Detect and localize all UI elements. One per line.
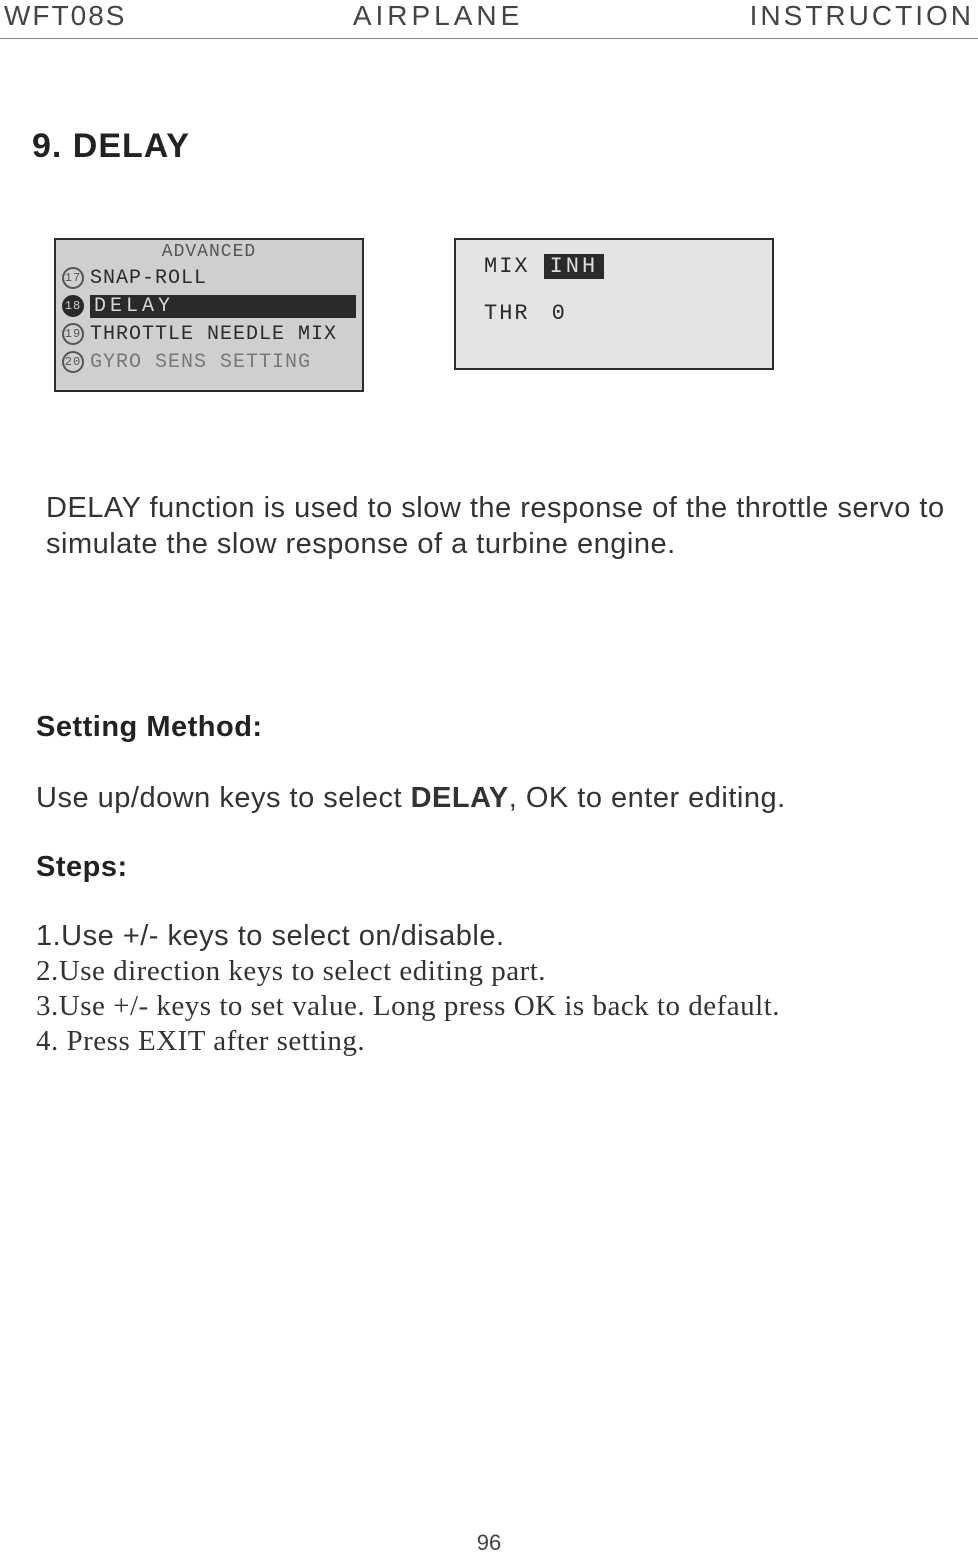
thr-value: 0 — [552, 301, 567, 326]
setting-method-heading: Setting Method: — [36, 711, 950, 744]
setting-method-text: Use up/down keys to select DELAY, OK to … — [36, 782, 950, 815]
step-item: 2.Use direction keys to select editing p… — [36, 955, 950, 988]
menu-item-number: 19 — [62, 323, 84, 345]
description-paragraph: DELAY function is used to slow the respo… — [46, 490, 950, 563]
steps-heading: Steps: — [36, 851, 950, 884]
menu-item: 20 GYRO SENS SETTING — [56, 348, 362, 376]
step-item: 1.Use +/- keys to select on/disable. — [36, 920, 950, 953]
step-item-text: 2.Use direction keys to select editing p… — [36, 955, 546, 987]
step-item: 4. Press EXIT after setting. — [36, 1025, 950, 1058]
lcd-menu-list: 17 SNAP-ROLL 18 DELAY 19 THROTTLE NEEDLE… — [56, 264, 362, 376]
header-model: WFT08S — [4, 0, 126, 32]
setting-method-bold: DELAY — [411, 782, 509, 814]
step-item-text: 3.Use +/- keys to set value. Long press … — [36, 990, 780, 1022]
page-header: WFT08S AIRPLANE INSTRUCTION — [0, 0, 978, 39]
setting-method-pre: Use up/down keys to select — [36, 782, 411, 814]
mix-label: MIX — [484, 254, 530, 279]
menu-item-number: 17 — [62, 267, 84, 289]
lcd-delay-screenshot: MIX INH THR 0 — [454, 238, 774, 370]
menu-item-label: DELAY — [90, 295, 356, 318]
header-mode: AIRPLANE — [353, 0, 524, 32]
menu-item-selected: 18 DELAY — [56, 292, 362, 320]
lcd-screenshots-row: ADVANCED 17 SNAP-ROLL 18 DELAY 19 THROTT… — [54, 238, 950, 392]
menu-item: 19 THROTTLE NEEDLE MIX — [56, 320, 362, 348]
menu-item-label: SNAP-ROLL — [90, 267, 207, 290]
menu-item-label: GYRO SENS SETTING — [90, 351, 311, 374]
step-item-text: 4. Press EXIT after setting. — [36, 1025, 365, 1057]
menu-item-number: 20 — [62, 351, 84, 373]
menu-item: 17 SNAP-ROLL — [56, 264, 362, 292]
lcd-menu-screenshot: ADVANCED 17 SNAP-ROLL 18 DELAY 19 THROTT… — [54, 238, 364, 392]
menu-item-label: THROTTLE NEEDLE MIX — [90, 323, 337, 346]
lcd-thr-row: THR 0 — [456, 301, 772, 326]
thr-label: THR — [484, 301, 530, 326]
setting-method-post: , OK to enter editing. — [509, 782, 786, 814]
lcd-menu-title: ADVANCED — [56, 240, 362, 262]
step-item: 3.Use +/- keys to set value. Long press … — [36, 990, 950, 1023]
page-content: 9. DELAY ADVANCED 17 SNAP-ROLL 18 DELAY … — [0, 127, 978, 1058]
menu-item-number: 18 — [62, 295, 84, 317]
lcd-mix-row: MIX INH — [456, 254, 772, 279]
mix-value-badge: INH — [544, 254, 605, 279]
steps-list: 1.Use +/- keys to select on/disable. 2.U… — [28, 920, 950, 1058]
page-number: 96 — [477, 1530, 501, 1556]
header-doc-type: INSTRUCTION — [750, 0, 974, 32]
section-title: 9. DELAY — [32, 127, 950, 166]
